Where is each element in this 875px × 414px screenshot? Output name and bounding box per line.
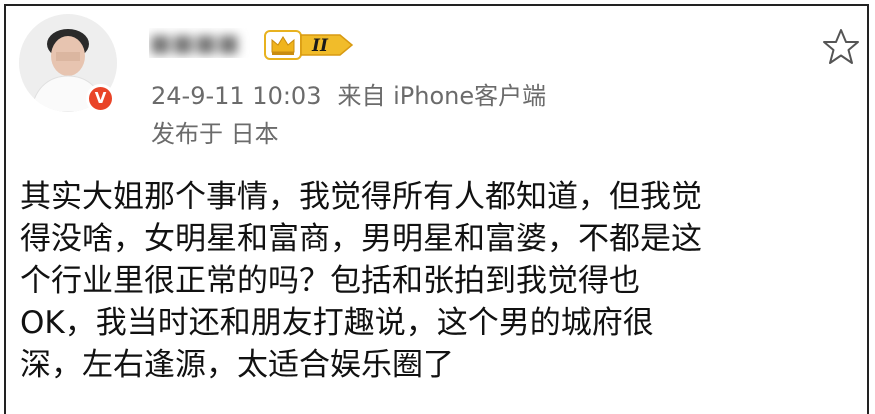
post-text-line: OK，我当时还和朋友打趣说，这个男的城府很: [20, 305, 654, 341]
post-text-line: 个行业里很正常的吗？包括和张拍到我觉得也: [20, 263, 640, 299]
post-text-line: 得没啥，女明星和富商，男明星和富婆，不都是这: [20, 221, 702, 257]
post-meta: 24-9-11 10:03 来自 iPhone客户端: [151, 81, 546, 111]
star-outline-icon[interactable]: [822, 28, 860, 66]
post-text: 其实大姐那个事情，我觉得所有人都知道，但我觉 得没啥，女明星和富商，男明星和富婆…: [20, 176, 865, 386]
username-text: ■■■■: [149, 29, 240, 57]
crown-icon: II: [264, 30, 354, 60]
weibo-post-card: V ■■■■ II 24-9-11 10:03 来自 iPhone客户端 发布于 …: [4, 4, 869, 414]
post-location: 发布于 日本: [151, 120, 279, 148]
post-text-line: 其实大姐那个事情，我觉得所有人都知道，但我觉: [20, 179, 702, 215]
level-badge[interactable]: II: [264, 30, 356, 64]
source-client: 来自 iPhone客户端: [337, 82, 547, 110]
post-text-line: 深，左右逢源，太适合娱乐圈了: [20, 347, 454, 383]
level-badge-label: II: [311, 36, 329, 56]
timestamp: 24-9-11 10:03: [151, 82, 322, 110]
verified-badge: V: [86, 84, 115, 113]
username[interactable]: ■■■■: [149, 28, 253, 58]
